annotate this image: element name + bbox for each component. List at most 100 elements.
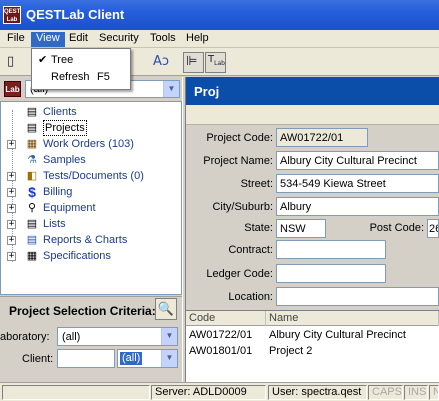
expand-icon[interactable]: + bbox=[7, 220, 16, 229]
row-name bbox=[266, 359, 269, 375]
laboratory-select[interactable]: (all) ▼ bbox=[57, 327, 178, 346]
menu-help[interactable]: Help bbox=[181, 32, 214, 47]
chevron-down-icon[interactable]: ▼ bbox=[163, 81, 179, 97]
column-header-code[interactable]: Code bbox=[186, 311, 266, 326]
expand-icon[interactable]: + bbox=[7, 252, 16, 261]
project-name-field[interactable]: Albury City Cultural Precinct bbox=[276, 151, 439, 170]
tree-item-billing[interactable]: + $ Billing bbox=[1, 184, 181, 200]
status-num: NU bbox=[429, 385, 439, 400]
status-ins: INS bbox=[404, 385, 428, 400]
billing-icon: $ bbox=[28, 184, 36, 200]
row-code: AW01801/01 bbox=[189, 345, 253, 357]
location-field[interactable] bbox=[276, 287, 439, 306]
tree-item-clients[interactable]: ▤ Clients bbox=[1, 104, 181, 120]
tree-view-icon[interactable]: ⊫ bbox=[183, 52, 204, 73]
laboratory-label: aboratory: bbox=[0, 331, 50, 343]
menu-bar: File View Edit Security Tools Help bbox=[0, 30, 439, 48]
tree-item-samples[interactable]: ⚗ Samples bbox=[1, 152, 181, 168]
status-user: User: spectra.qest bbox=[268, 385, 367, 400]
tree-item-projects[interactable]: ▤ Projects bbox=[1, 120, 181, 136]
shortcut-label: F5 bbox=[97, 71, 110, 83]
view-dropdown-menu: ✔ Tree Refresh F5 bbox=[31, 48, 131, 90]
lab-icon: Lab bbox=[4, 81, 21, 97]
expand-icon[interactable]: + bbox=[7, 236, 16, 245]
menu-file[interactable]: File bbox=[2, 32, 30, 47]
location-label: Location: bbox=[228, 291, 273, 303]
panel-toolbar-band bbox=[186, 105, 439, 125]
client-label: Client: bbox=[22, 353, 54, 365]
specifications-icon: ▦ bbox=[26, 250, 38, 262]
grid-header: Code Name bbox=[186, 311, 439, 326]
menu-item-refresh[interactable]: Refresh F5 bbox=[33, 69, 129, 86]
row-code bbox=[186, 359, 189, 375]
menu-edit[interactable]: Edit bbox=[64, 32, 93, 47]
equipment-icon: ⚲ bbox=[27, 202, 37, 214]
projects-icon: ▤ bbox=[26, 122, 38, 134]
project-code-field[interactable]: AW01722/01 bbox=[276, 128, 368, 147]
row-code: AW01722/01 bbox=[189, 329, 253, 341]
tree-item-tests-documents[interactable]: + ◧ Tests/Documents (0) bbox=[1, 168, 181, 184]
chevron-down-icon[interactable]: ▼ bbox=[161, 328, 177, 345]
expand-icon[interactable]: + bbox=[7, 172, 16, 181]
lab-tree-icon[interactable]: TLab bbox=[205, 52, 226, 73]
project-form: Project Code: AW01722/01 Project Name: A… bbox=[186, 125, 439, 309]
table-row[interactable]: AW01722/01 Albury City Cultural Precinct bbox=[186, 327, 439, 343]
client-select[interactable]: (all) ▼ bbox=[117, 349, 178, 368]
tests-documents-icon: ◧ bbox=[26, 170, 38, 182]
expand-icon[interactable]: + bbox=[7, 140, 16, 149]
client-code-input[interactable] bbox=[57, 349, 115, 368]
status-blank bbox=[2, 385, 150, 400]
tree-item-reports-charts[interactable]: + ▤ Reports & Charts bbox=[1, 232, 181, 248]
state-label: State: bbox=[244, 222, 273, 234]
work-orders-icon: ▦ bbox=[26, 138, 38, 150]
panel-title: Proj bbox=[194, 84, 220, 99]
chevron-down-icon[interactable]: ▼ bbox=[161, 350, 177, 367]
panel-header: Proj bbox=[186, 77, 439, 105]
menu-security[interactable]: Security bbox=[94, 32, 144, 47]
project-code-label: Project Code: bbox=[206, 132, 273, 144]
table-row[interactable]: AW01801/01 Project 2 bbox=[186, 343, 439, 359]
new-icon[interactable]: ▯ bbox=[4, 52, 25, 73]
city-suburb-field[interactable]: Albury bbox=[276, 197, 439, 216]
tree-item-lists[interactable]: + ▤ Lists bbox=[1, 216, 181, 232]
menu-view[interactable]: View bbox=[31, 32, 65, 47]
window-title: QESTLab Client bbox=[26, 7, 125, 22]
row-name: Albury City Cultural Precinct bbox=[269, 329, 406, 341]
navigation-tree: ▤ Clients ▤ Projects + ▦ Work Orders (10… bbox=[0, 101, 182, 295]
tree-item-equipment[interactable]: + ⚲ Equipment bbox=[1, 200, 181, 216]
tree-item-work-orders[interactable]: + ▦ Work Orders (103) bbox=[1, 136, 181, 152]
selection-criteria-panel: Project Selection Criteria: 🔍 aboratory:… bbox=[0, 296, 182, 382]
spell-check-icon[interactable]: Aↄ bbox=[150, 52, 171, 73]
reports-charts-icon: ▤ bbox=[26, 234, 38, 246]
contract-label: Contract: bbox=[228, 244, 273, 256]
expand-icon[interactable]: + bbox=[7, 204, 16, 213]
lists-icon: ▤ bbox=[26, 218, 38, 230]
contract-field[interactable] bbox=[276, 240, 386, 259]
checkmark-icon: ✔ bbox=[38, 54, 48, 66]
street-label: Street: bbox=[240, 178, 273, 190]
table-row[interactable] bbox=[186, 359, 439, 375]
tree-item-specifications[interactable]: + ▦ Specifications bbox=[1, 248, 181, 264]
app-logo-icon: QEST Lab bbox=[3, 6, 21, 24]
street-field[interactable]: 534-549 Kiewa Street bbox=[276, 174, 439, 193]
menu-item-tree[interactable]: ✔ Tree bbox=[33, 52, 129, 69]
ledger-code-field[interactable] bbox=[276, 264, 386, 283]
column-header-name[interactable]: Name bbox=[266, 311, 439, 326]
ledger-code-label: Ledger Code: bbox=[206, 268, 273, 280]
expand-icon[interactable]: + bbox=[7, 188, 16, 197]
criteria-title: Project Selection Criteria: bbox=[9, 304, 156, 318]
search-icon[interactable]: 🔍 bbox=[155, 298, 177, 320]
row-name: Project 2 bbox=[269, 345, 313, 357]
status-bar: Server: ADLD0009 User: spectra.qest CAPS… bbox=[0, 382, 439, 401]
state-field[interactable]: NSW bbox=[276, 219, 326, 238]
postcode-label: Post Code: bbox=[369, 222, 424, 234]
project-name-label: Project Name: bbox=[203, 155, 273, 167]
projects-grid: Code Name AW01722/01 Albury City Cultura… bbox=[186, 310, 439, 382]
status-server: Server: ADLD0009 bbox=[151, 385, 266, 400]
menu-tools[interactable]: Tools bbox=[145, 32, 181, 47]
title-bar: QEST Lab QESTLab Client bbox=[0, 0, 439, 30]
status-caps: CAPS bbox=[368, 385, 403, 400]
postcode-field[interactable]: 26 bbox=[427, 219, 439, 238]
city-suburb-label: City/Suburb: bbox=[212, 201, 273, 213]
clients-icon: ▤ bbox=[26, 106, 38, 118]
